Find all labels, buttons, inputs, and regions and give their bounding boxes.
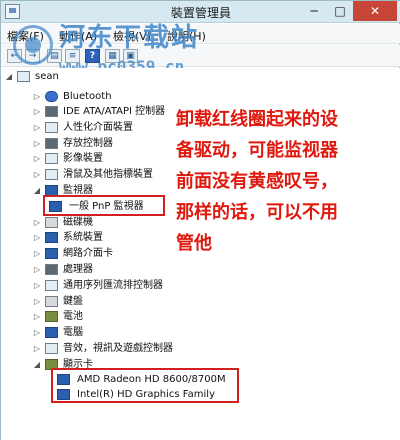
menu-action[interactable]: 動作(A) — [59, 28, 97, 44]
annotation-line: 那样的话，可以不用 — [176, 202, 338, 223]
expand-arrow-icon[interactable]: ▷ — [33, 152, 41, 166]
annotation-text: 卸载红线圈起来的设 备驱动，可能监视器 前面没有黄感叹号， 那样的话，可以不用 … — [176, 104, 396, 259]
mouse-icon — [45, 169, 58, 180]
storage-controller-icon — [45, 138, 58, 149]
expand-arrow-icon[interactable]: ▷ — [33, 105, 41, 119]
annotation-line: 管他 — [176, 233, 212, 254]
tree-item-label: 通用序列匯流排控制器 — [63, 280, 163, 291]
expand-arrow-icon[interactable]: ▷ — [33, 137, 41, 151]
window-controls: ─ □ ✕ — [301, 1, 397, 21]
expand-arrow-icon[interactable]: ▷ — [33, 121, 41, 135]
tree-item-label: 鍵盤 — [63, 296, 83, 307]
tree-item-label: 音效，視訊及遊戲控制器 — [63, 343, 173, 354]
expand-arrow-icon[interactable]: ▷ — [33, 90, 41, 104]
annotation-line: 卸载红线圈起来的设 — [176, 109, 338, 130]
speaker-icon — [45, 343, 58, 354]
tree-item-label: 處理器 — [63, 264, 93, 275]
menu-file[interactable]: 檔案(F) — [7, 28, 44, 44]
expand-arrow-icon[interactable]: ▷ — [33, 310, 41, 324]
disk-icon — [45, 217, 58, 228]
battery-icon — [45, 311, 58, 322]
forward-icon[interactable]: → — [25, 49, 40, 63]
tree-item-label: 滑鼠及其他指標裝置 — [63, 169, 153, 180]
highlight-box-monitor — [43, 195, 165, 216]
tree-item-label: 人性化介面裝置 — [63, 122, 133, 133]
computer-icon — [17, 71, 30, 82]
toolbar: ← → ▤ ≡ ? ▦ ▣ — [1, 45, 400, 67]
expand-arrow-icon[interactable]: ▷ — [33, 326, 41, 340]
close-button[interactable]: ✕ — [353, 1, 397, 21]
tree-item-label: 存放控制器 — [63, 138, 113, 149]
expand-arrow-icon[interactable]: ▷ — [33, 263, 41, 277]
processor-icon — [45, 264, 58, 275]
hid-icon — [45, 122, 58, 133]
title-bar: 裝置管理員 ─ □ ✕ — [1, 1, 400, 23]
properties-icon[interactable]: ▤ — [47, 49, 62, 63]
expand-arrow-icon[interactable]: ▷ — [33, 231, 41, 245]
menu-bar: 檔案(F) 動作(A) 檢視(V) 說明(H) — [1, 24, 400, 44]
tree-item-label: 網路介面卡 — [63, 248, 113, 259]
highlight-box-display-adapters — [51, 368, 239, 403]
tree-item-label: IDE ATA/ATAPI 控制器 — [63, 106, 166, 117]
expand-arrow-icon[interactable]: ▷ — [33, 216, 41, 230]
device-view-icon[interactable]: ▦ — [105, 49, 120, 63]
menu-help[interactable]: 說明(H) — [167, 28, 206, 44]
ide-controller-icon — [45, 106, 58, 117]
usb-icon — [45, 280, 58, 291]
maximize-button[interactable]: □ — [327, 1, 353, 21]
tree-item-label: 電池 — [63, 311, 83, 322]
collapse-arrow-icon[interactable]: ◢ — [33, 184, 41, 198]
system-icon — [45, 232, 58, 243]
minimize-button[interactable]: ─ — [301, 1, 327, 21]
network-icon — [45, 248, 58, 259]
annotation-line: 备驱动，可能监视器 — [176, 140, 338, 161]
menu-view[interactable]: 檢視(V) — [113, 28, 151, 44]
back-icon[interactable]: ← — [7, 49, 22, 63]
expand-arrow-icon[interactable]: ▷ — [33, 247, 41, 261]
tree-item-label: 系統裝置 — [63, 232, 103, 243]
tree-root-label: sean — [35, 71, 59, 82]
bluetooth-icon — [45, 91, 58, 102]
expand-arrow-icon[interactable]: ▷ — [33, 295, 41, 309]
tree-item-label: 影像裝置 — [63, 153, 103, 164]
collapse-arrow-icon[interactable]: ◢ — [33, 358, 41, 372]
tree-item-label: Bluetooth — [63, 91, 112, 102]
expand-arrow-icon[interactable]: ▷ — [33, 342, 41, 356]
help-icon[interactable]: ? — [85, 49, 100, 63]
monitor-icon[interactable]: ▣ — [123, 49, 138, 63]
camera-icon — [45, 153, 58, 164]
tree-item-label: 電腦 — [63, 327, 83, 338]
keyboard-icon — [45, 296, 58, 307]
annotation-line: 前面没有黄感叹号， — [176, 171, 338, 192]
tree-item-label: 磁碟機 — [63, 217, 93, 228]
computer-icon — [45, 327, 58, 338]
expand-arrow-icon[interactable]: ▷ — [33, 279, 41, 293]
list-icon[interactable]: ≡ — [65, 49, 80, 63]
collapse-arrow-icon[interactable]: ◢ — [5, 70, 13, 84]
expand-arrow-icon[interactable]: ▷ — [33, 168, 41, 182]
device-manager-window: 裝置管理員 ─ □ ✕ 檔案(F) 動作(A) 檢視(V) 說明(H) ← → … — [0, 0, 400, 440]
